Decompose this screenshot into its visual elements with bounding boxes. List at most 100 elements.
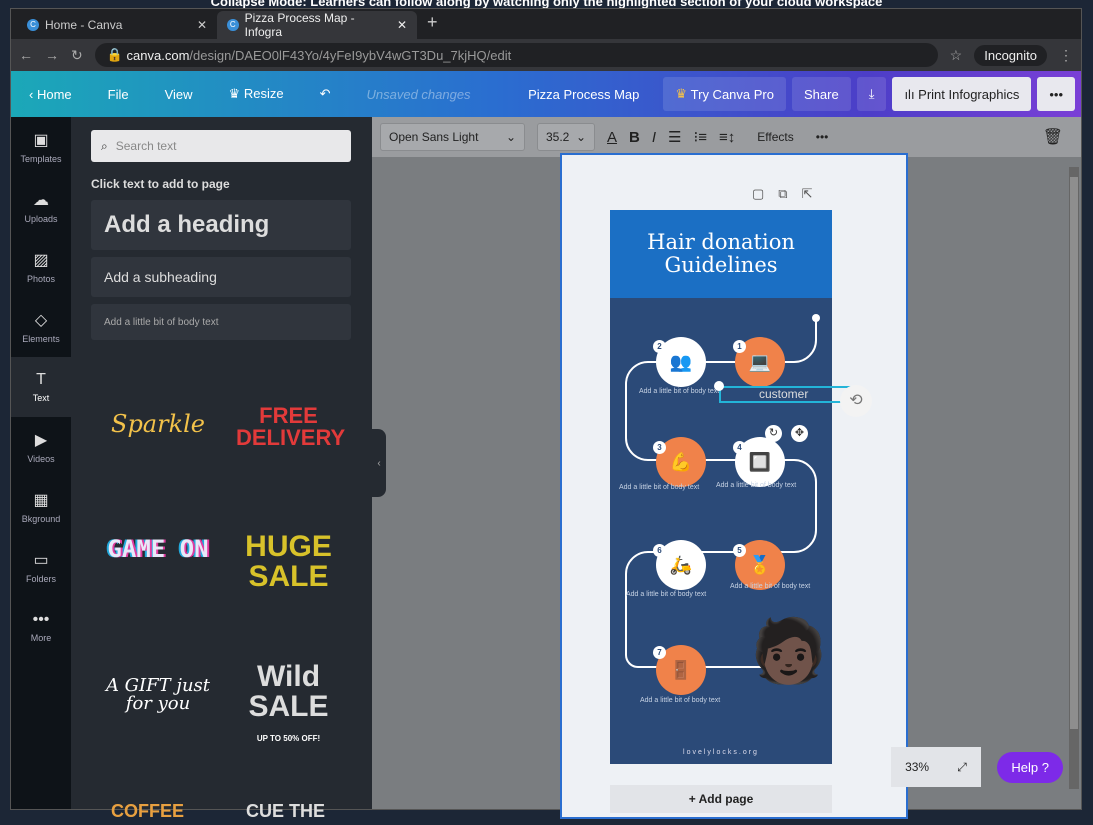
reload-icon[interactable]: ↻ <box>71 47 83 64</box>
sidebar-item-background[interactable]: ▦Bkground <box>11 477 71 537</box>
share-button[interactable]: Share <box>792 77 851 111</box>
star-icon[interactable]: ☆ <box>950 47 963 64</box>
tab-title: Pizza Process Map - Infogra <box>245 11 391 39</box>
label: Folders <box>26 574 56 584</box>
step-caption[interactable]: Add a little bit of body text <box>730 583 810 590</box>
add-subheading-button[interactable]: Add a subheading <box>91 257 351 297</box>
resize-label: Resize <box>244 86 284 101</box>
list-icon[interactable]: ⁝≡ <box>693 128 707 146</box>
add-body-button[interactable]: Add a little bit of body text <box>91 304 351 340</box>
tab-home[interactable]: CHome - Canva✕ <box>17 11 217 39</box>
sticker-free-delivery[interactable]: FREE DELIVERY <box>236 405 341 449</box>
help-button[interactable]: Help ? <box>997 752 1063 783</box>
footer-url: lovelylocks.org <box>610 749 832 756</box>
try-pro-label: Try Canva Pro <box>691 87 774 102</box>
move-icon[interactable]: ✥ <box>791 425 808 442</box>
font-label: Open Sans Light <box>389 130 478 144</box>
sticker-sale-sub: UP TO 50% OFF! <box>236 735 341 743</box>
sidebar-item-text[interactable]: TText <box>11 357 71 417</box>
print-label: Print Infographics <box>918 87 1019 102</box>
sidebar-item-templates[interactable]: ▣Templates <box>11 117 71 177</box>
try-pro-button[interactable]: ♛ Try Canva Pro <box>663 77 786 111</box>
sidebar-item-elements[interactable]: ◇ Elements <box>11 297 71 357</box>
sidebar-item-more[interactable]: •••More <box>11 597 71 657</box>
step-caption[interactable]: Add a little bit of body text <box>639 388 719 395</box>
collapse-panel-button[interactable]: ‹ <box>372 429 386 497</box>
label: More <box>31 633 52 643</box>
label: Elements <box>22 334 60 344</box>
step-caption[interactable]: Add a little bit of body text <box>626 591 706 598</box>
vertical-scrollbar[interactable] <box>1069 167 1079 789</box>
effects-button[interactable]: Effects <box>747 130 803 144</box>
sidebar-item-videos[interactable]: ▶Videos <box>11 417 71 477</box>
view-menu[interactable]: View <box>147 87 211 102</box>
more-icon[interactable]: ••• <box>816 130 829 144</box>
text-selection-box[interactable]: customer <box>719 386 855 403</box>
templates-icon: ▣ <box>33 130 48 150</box>
home-label: Home <box>37 87 72 102</box>
undo-icon[interactable]: ↶ <box>302 86 349 102</box>
step-caption[interactable]: Add a little bit of body text <box>640 697 720 704</box>
sidebar-item-uploads[interactable]: ☁ Uploads <box>11 177 71 237</box>
zoom-control[interactable]: 33%⤢ <box>891 747 981 787</box>
canva-icon: C <box>27 19 39 31</box>
download-icon[interactable]: ⤓ <box>857 77 887 111</box>
back-icon[interactable]: ← <box>19 47 33 63</box>
tab-pizza[interactable]: CPizza Process Map - Infogra✕ <box>217 11 417 39</box>
photo-icon: ▨ <box>33 250 48 270</box>
url-input[interactable]: 🔒 canva.com/design/DAEO0lF43Yo/4yFeI9ybV… <box>95 43 938 67</box>
browser-window: CHome - Canva✕ C Pizza Process Map - Info… <box>10 8 1082 810</box>
scrollbar-thumb[interactable] <box>1070 177 1078 729</box>
editing-text: customer <box>759 387 808 401</box>
close-icon[interactable]: ✕ <box>397 18 407 32</box>
search-placeholder: Search text <box>116 139 177 153</box>
elements-icon: ◇ <box>35 310 47 330</box>
label: Videos <box>27 454 54 464</box>
address-bar-row: ← → ↻ 🔒 canva.com/design/DAEO0lF43Yo/4yFeI… <box>11 39 1081 71</box>
font-size-dropdown[interactable]: 35.2⌄ <box>537 123 595 151</box>
file-menu[interactable]: File <box>90 87 147 102</box>
sticker-gift[interactable]: A GIFT just for you <box>103 677 213 713</box>
upload-icon: ☁ <box>33 190 49 210</box>
rotate-icon[interactable]: ↻ <box>765 425 782 442</box>
page-actions[interactable]: ▢⧉⇱ <box>752 186 826 202</box>
add-heading-button[interactable]: Add a heading <box>91 200 351 250</box>
menu-icon[interactable]: ⋮ <box>1059 47 1073 64</box>
panel-label: Click text to add to page <box>91 177 230 191</box>
more-button[interactable]: ••• <box>1037 77 1075 111</box>
close-icon[interactable]: ✕ <box>197 18 207 32</box>
resize-button[interactable]: ♛ Resize <box>211 86 302 102</box>
home-button[interactable]: ‹ Home <box>11 87 90 102</box>
sticker-sparkle[interactable]: Sparkle <box>111 412 205 436</box>
rotate-handle-icon[interactable]: ⟲ <box>840 385 872 417</box>
step-caption[interactable]: Add a little bit of body text <box>716 482 796 489</box>
text-color-icon[interactable]: A <box>607 129 617 146</box>
print-button[interactable]: ılı Print Infographics <box>892 77 1031 111</box>
bold-icon[interactable]: B <box>629 129 640 146</box>
new-tab-button[interactable]: + <box>417 12 448 39</box>
chevron-down-icon: ⌄ <box>506 130 516 144</box>
label: Uploads <box>24 214 57 224</box>
design-title[interactable]: Pizza Process Map <box>510 87 657 102</box>
sticker-cue[interactable]: CUE THE <box>246 802 325 820</box>
sidebar-item-folders[interactable]: ▭Folders <box>11 537 71 597</box>
sticker-game-on[interactable]: GAME ON <box>103 537 213 561</box>
align-icon[interactable]: ☰ <box>668 128 681 146</box>
trash-icon[interactable]: 🗑 <box>1043 127 1063 147</box>
resize-handle[interactable] <box>714 381 724 391</box>
sticker-coffee[interactable]: COFFEE <box>111 802 184 820</box>
add-page-button[interactable]: + Add page <box>610 785 832 813</box>
forward-icon[interactable]: → <box>45 47 59 63</box>
tab-strip: CHome - Canva✕ C Pizza Process Map - Info… <box>11 9 1081 39</box>
fullscreen-icon[interactable]: ⤢ <box>957 760 967 775</box>
sticker-wild-sale[interactable]: Wild SALE <box>236 662 341 722</box>
sticker-huge-sale[interactable]: HUGE SALE <box>236 532 341 592</box>
incognito-badge[interactable]: Incognito <box>974 45 1047 66</box>
spacing-icon[interactable]: ≡↕ <box>719 129 735 146</box>
step-caption[interactable]: Add a little bit of body text <box>619 484 699 491</box>
infographic[interactable]: Hair donationGuidelines 💻 👥 💪 🔲 🏅 🛵 🚪 🧑🏿… <box>610 210 832 764</box>
sidebar-item-photos[interactable]: ▨Photos <box>11 237 71 297</box>
italic-icon[interactable]: I <box>652 129 656 146</box>
font-dropdown[interactable]: Open Sans Light ⌄ <box>380 123 525 151</box>
search-input[interactable]: ⌕Search text <box>91 130 351 162</box>
